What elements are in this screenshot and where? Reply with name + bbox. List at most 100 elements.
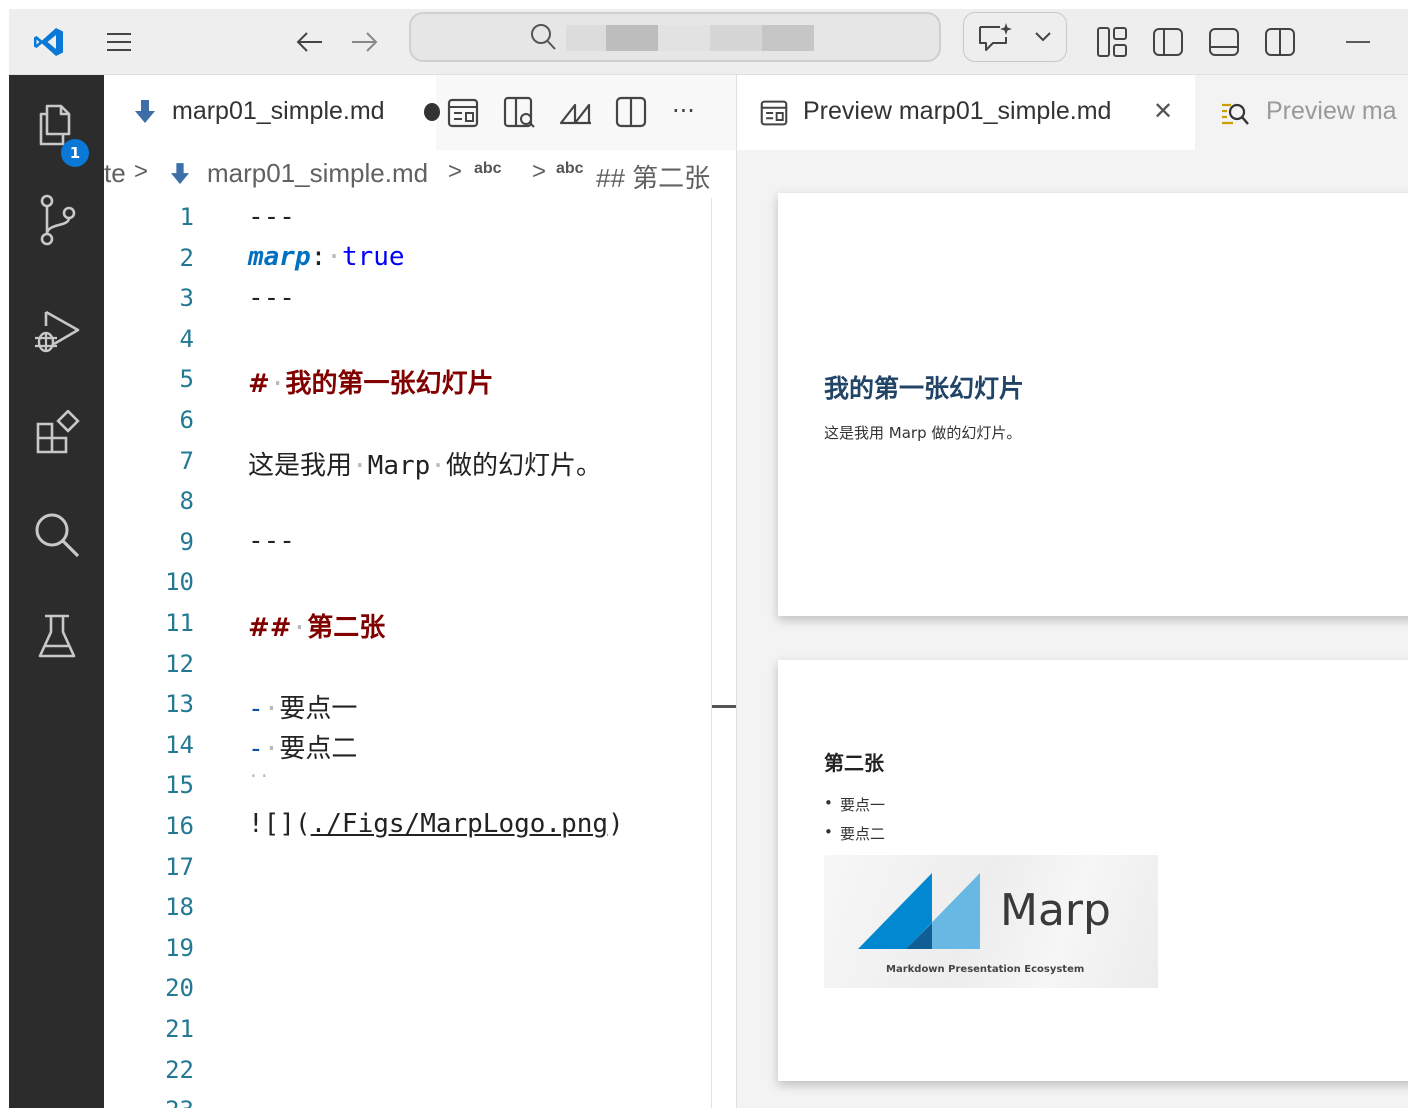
search-icon [529, 22, 557, 56]
image-syntax: ![]( [248, 809, 311, 839]
line-number: 2 [179, 243, 194, 272]
close-icon[interactable]: ✕ [1153, 97, 1173, 125]
copilot-chat-icon [976, 21, 1014, 57]
line-number: 16 [165, 812, 194, 840]
code-line-13: -·要点一 [248, 694, 358, 724]
heading-text: 第二张 [307, 613, 386, 643]
code-line-5: #·我的第一张幻灯片 [248, 369, 494, 399]
text-segment: 做的幻灯片。 [445, 451, 602, 481]
yaml-key: marp [248, 242, 311, 272]
image-syntax: ) [608, 809, 624, 839]
toggle-primary-sidebar-icon[interactable] [1145, 9, 1191, 75]
command-center-search[interactable] [409, 12, 941, 62]
breadcrumb-heading[interactable]: ## 第二张 [596, 158, 710, 195]
breadcrumb-symbol-icon[interactable]: abc [474, 160, 502, 178]
breadcrumb-symbol-icon[interactable]: abc [556, 160, 584, 178]
list-text: 要点二 [279, 734, 358, 764]
line-number: 15 [165, 771, 194, 800]
code-line-3: --- [248, 283, 295, 313]
tab-marp01-simple-md[interactable]: marp01_simple.md [104, 75, 440, 150]
line-number: 11 [165, 609, 194, 637]
extensions-icon[interactable] [9, 393, 104, 473]
blurred-text [658, 25, 710, 51]
slide-2-bullet-2: 要点二 [840, 825, 886, 843]
title-bar [9, 9, 1408, 75]
preview-search-icon [1219, 99, 1251, 133]
line-number: 21 [165, 1015, 194, 1043]
image-link[interactable]: ./Figs/MarpLogo.png [311, 809, 608, 839]
scrollbar-track[interactable] [711, 198, 712, 1108]
text-segment: Marp [367, 451, 431, 481]
breadcrumb-separator: > [532, 158, 547, 185]
source-control-icon[interactable] [9, 180, 104, 260]
code-line-9: --- [248, 526, 295, 556]
list-marker: - [248, 694, 264, 724]
tab-preview-second[interactable]: Preview ma [1195, 75, 1408, 150]
slide-1: 我的第一张幻灯片 这是我用 Marp 做的幻灯片。 [778, 193, 1408, 616]
marp-logo-icon [858, 873, 980, 949]
list-marker: - [248, 734, 264, 764]
slide-2-bullet-dot: • [824, 794, 833, 812]
list-text: 要点一 [279, 694, 358, 724]
explorer-icon[interactable]: 1 [9, 85, 104, 167]
tab-preview-marp01[interactable]: Preview marp01_simple.md ✕ [737, 75, 1195, 150]
forward-arrow-icon[interactable] [343, 9, 387, 75]
more-actions-icon[interactable]: ··· [672, 97, 695, 125]
markdown-file-icon [170, 162, 190, 191]
search-activity-icon[interactable] [9, 495, 104, 575]
heading-text: 我的第一张幻灯片 [285, 369, 494, 399]
code-editor[interactable]: 1234567891011121314151617181920212223 --… [104, 198, 736, 1108]
line-number: 4 [179, 324, 194, 353]
unsaved-dot-icon[interactable] [424, 103, 440, 121]
editor-tab-bar: marp01_simple.md ··· [104, 75, 736, 150]
blurred-text [606, 25, 658, 51]
menu-icon[interactable] [97, 9, 141, 75]
chevron-down-icon [1034, 29, 1052, 48]
slide-1-title: 我的第一张幻灯片 [824, 374, 1025, 403]
yaml-colon: : [310, 242, 327, 272]
marp-commands-icon[interactable] [558, 97, 594, 131]
line-number: 12 [165, 649, 194, 678]
marp-logo-text: Marp [1000, 885, 1111, 936]
line-number: 8 [179, 487, 194, 516]
marp-preview[interactable]: 我的第一张幻灯片 这是我用 Marp 做的幻灯片。 第二张 • 要点一 • 要点… [737, 150, 1408, 1108]
open-preview-side-icon[interactable] [502, 95, 536, 133]
customize-layout-icon[interactable] [1089, 9, 1135, 75]
marp-logo-subtitle: Markdown Presentation Ecosystem [886, 964, 1085, 975]
slide-2: 第二张 • 要点一 • 要点二 Marp Markdown Presentati… [778, 660, 1408, 1081]
line-number: 22 [165, 1055, 194, 1084]
overview-ruler-cursor [712, 705, 736, 708]
code-line-7: 这是我用·Marp·做的幻灯片。 [248, 451, 602, 481]
line-number: 19 [165, 933, 194, 962]
code-line-2: marp:·true [248, 242, 405, 272]
breadcrumb-separator: > [448, 158, 463, 185]
line-number: 1 [179, 203, 194, 231]
line-number: 17 [165, 852, 194, 881]
code-line-15: ·· [248, 766, 270, 787]
breadcrumb-separator: > [134, 158, 149, 185]
yaml-value: true [341, 242, 405, 272]
run-and-debug-icon[interactable] [9, 293, 104, 373]
line-number: 23 [104, 1096, 194, 1108]
code-line-11: ##·第二张 [248, 613, 386, 643]
minimize-icon[interactable] [1335, 9, 1381, 75]
breadcrumb-folder[interactable]: te [104, 158, 126, 189]
line-number: 18 [165, 893, 194, 922]
toggle-secondary-sidebar-icon[interactable] [1257, 9, 1303, 75]
breadcrumb-file[interactable]: marp01_simple.md [207, 158, 428, 189]
toggle-panel-icon[interactable] [1201, 9, 1247, 75]
line-number: 10 [165, 568, 194, 597]
line-number: 7 [179, 446, 194, 475]
copilot-chat-button[interactable] [963, 12, 1067, 62]
activity-bar: 1 [9, 75, 104, 1108]
back-arrow-icon[interactable] [287, 9, 331, 75]
tab-label: Preview marp01_simple.md [803, 97, 1112, 125]
blurred-text [762, 25, 814, 51]
split-editor-icon[interactable] [614, 95, 648, 133]
slide-1-text: 这是我用 Marp 做的幻灯片。 [824, 424, 1022, 442]
blurred-text [566, 25, 606, 51]
code-line-1: --- [248, 202, 295, 232]
testing-icon[interactable] [9, 597, 104, 677]
slide-2-bullet-dot: • [824, 823, 833, 841]
open-preview-icon[interactable] [446, 97, 480, 133]
